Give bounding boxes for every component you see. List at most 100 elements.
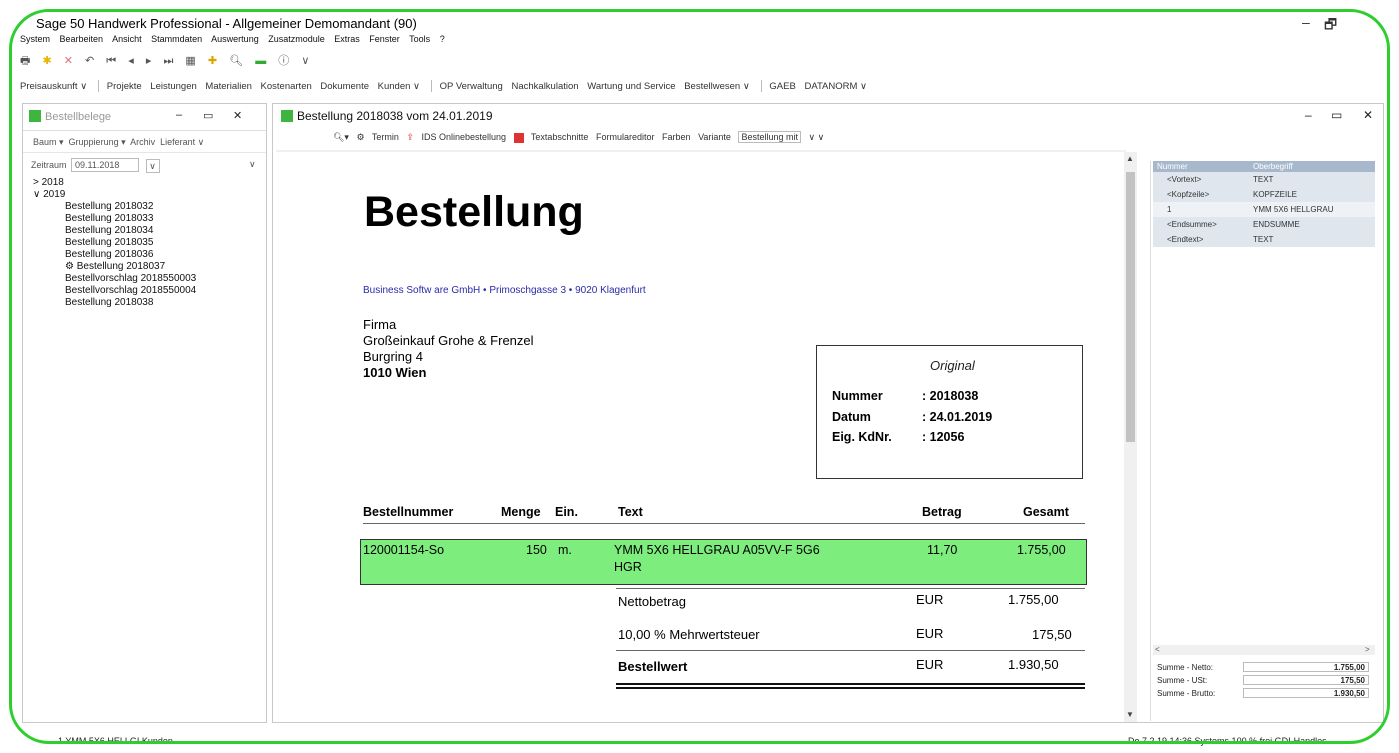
list-item[interactable]: <Vortext> TEXT [1153,172,1375,187]
datum-label: Datum [832,410,871,424]
chevron-down-icon[interactable]: ∨ [249,159,256,170]
tb-preisauskunft[interactable]: Preisauskunft ∨ [20,81,87,92]
farben-button[interactable]: Farben [662,132,691,142]
addr-line: Firma [363,317,397,332]
search-icon[interactable]: 🔍︎ [229,55,243,67]
structure-panel: Nummer Oberbegriff <Vortext> TEXT <Kopfze… [1150,161,1377,721]
menu-ansicht[interactable]: Ansicht [112,34,142,44]
tree-item[interactable]: ⚙ Bestellung 2018037 [33,261,266,273]
preview-icon[interactable]: 🔍︎▾ [333,132,349,142]
bestellung-mit-select[interactable]: Bestellung mit [738,131,801,143]
close-icon[interactable]: ✕ [233,109,242,122]
original-label: Original [930,358,975,373]
list-item[interactable]: <Endsumme> ENDSUMME [1153,217,1375,232]
tree-item[interactable]: Bestellung 2018034 [33,225,266,237]
print-icon[interactable]: 🖶 [20,55,30,67]
tree-item[interactable]: Bestellvorschlag 2018550003 [33,273,266,285]
maximize-icon[interactable]: ▭ [1331,108,1342,122]
document-scrollbar[interactable]: ▲ ▼ [1124,152,1137,722]
menu-zusatzmodule[interactable]: Zusatzmodule [268,34,325,44]
scroll-up-icon[interactable]: ▲ [1126,154,1134,163]
col-oberbegriff[interactable]: Oberbegriff [1253,162,1293,171]
minimize-icon[interactable]: – [1302,14,1310,30]
lieferant-button[interactable]: Lieferant ∨ [160,137,204,147]
chevron-down-icon[interactable]: ∨ [301,55,309,67]
calculator-icon[interactable]: ▬ [255,55,266,67]
prev-icon[interactable]: ◂ [128,55,134,67]
tree-item[interactable]: Bestellung 2018035 [33,237,266,249]
tree-node-2018[interactable]: > 2018 [33,177,266,189]
list-item[interactable]: <Endtext> TEXT [1153,232,1375,247]
menu-tools[interactable]: Tools [409,34,430,44]
minimize-icon[interactable]: – [176,109,182,121]
scroll-right-icon[interactable]: > [1365,645,1370,654]
structure-hscroll[interactable]: < > [1153,645,1375,655]
grid-icon[interactable]: ▦ [185,55,195,67]
document-header: Bestellung 2018038 vom 24.01.2019 – ▭ ✕ [273,104,1383,128]
maximize-icon[interactable]: ▭ [203,109,213,122]
list-item[interactable]: <Kopfzeile> KOPFZEILE [1153,187,1375,202]
zeitraum-input[interactable]: 09.11.2018 [71,158,140,172]
next-icon[interactable]: ▸ [146,55,152,67]
tree-item[interactable]: Bestellvorschlag 2018550004 [33,285,266,297]
tree-node-2019[interactable]: ∨ 2019 [33,189,266,201]
tb-leistungen[interactable]: Leistungen [150,81,196,92]
nummer-value: : 2018038 [922,389,979,403]
list-item[interactable]: 1 YMM 5X6 HELLGRAU [1153,202,1375,217]
tb-bestellwesen[interactable]: Bestellwesen ∨ [684,81,750,92]
tb-datanorm[interactable]: DATANORM ∨ [804,81,867,92]
menu-help[interactable]: ? [440,34,445,44]
col-nummer[interactable]: Nummer [1157,162,1188,171]
termin-button[interactable]: Termin [372,132,399,142]
status-right: Do 7.2.19 14:36 Systems 100 % frei GDI-H… [1128,736,1327,746]
scroll-thumb[interactable] [1126,172,1135,442]
menu-auswertung[interactable]: Auswertung [211,34,259,44]
tb-projekte[interactable]: Projekte [107,81,142,92]
chevron-down-icon[interactable]: ∨ ∨ [808,132,824,142]
new-icon[interactable]: ✱ [42,55,51,67]
tb-dokumente[interactable]: Dokumente [320,81,369,92]
delete-icon[interactable]: ✕ [64,55,73,67]
text-icon [513,132,524,143]
tb-op-verwaltung[interactable]: OP Verwaltung [440,81,503,92]
undo-icon[interactable]: ↶ [85,55,94,67]
menu-fenster[interactable]: Fenster [369,34,400,44]
formulareditor-button[interactable]: Formulareditor [596,132,655,142]
tree-item[interactable]: Bestellung 2018038 [33,297,266,309]
scroll-down-icon[interactable]: ▼ [1126,710,1134,719]
tb-kunden[interactable]: Kunden ∨ [378,81,420,92]
textabschnitte-button[interactable]: Textabschnitte [531,132,589,142]
menu-system[interactable]: System [20,34,50,44]
item-text-line2: HGR [614,560,642,574]
minimize-icon[interactable]: – [1305,108,1312,122]
first-icon[interactable]: ⏮ [106,55,116,67]
menu-stammdaten[interactable]: Stammdaten [151,34,202,44]
help-icon[interactable]: ⓘ [278,55,289,67]
variante-button[interactable]: Variante [698,132,731,142]
tree-item[interactable]: Bestellung 2018036 [33,249,266,261]
tb-nachkalkulation[interactable]: Nachkalkulation [511,81,578,92]
tb-gaeb[interactable]: GAEB [769,81,795,92]
menu-extras[interactable]: Extras [334,34,360,44]
tb-kostenarten[interactable]: Kostenarten [261,81,312,92]
restore-icon[interactable]: 🗗 [1324,14,1337,38]
gruppierung-button[interactable]: Gruppierung ▾ [69,137,126,147]
tb-wartung[interactable]: Wartung und Service [587,81,675,92]
tree-item[interactable]: Bestellung 2018032 [33,201,266,213]
mwst-currency: EUR [916,626,944,641]
tree-item[interactable]: Bestellung 2018033 [33,213,266,225]
tb-materialien[interactable]: Materialien [205,81,251,92]
panel-toolbar: Baum ▾ Gruppierung ▾ Archiv Lieferant ∨ [23,131,266,153]
menu-bearbeiten[interactable]: Bearbeiten [60,34,104,44]
baum-button[interactable]: Baum ▾ [33,137,64,147]
last-icon[interactable]: ⏭ [163,55,173,67]
scroll-left-icon[interactable]: < [1155,645,1160,654]
pin-icon[interactable]: ✚ [208,55,217,67]
ids-button[interactable]: IDS Onlinebestellung [421,132,506,142]
datum-value: : 24.01.2019 [922,410,993,424]
settings-icon[interactable]: ⚙ [356,132,364,142]
chevron-down-icon[interactable]: ∨ [145,158,160,173]
close-icon[interactable]: ✕ [1363,108,1373,122]
table-row-selected[interactable]: 120001154-So 150 m. YMM 5X6 HELLGRAU A05… [360,539,1087,585]
archiv-button[interactable]: Archiv [130,137,155,147]
